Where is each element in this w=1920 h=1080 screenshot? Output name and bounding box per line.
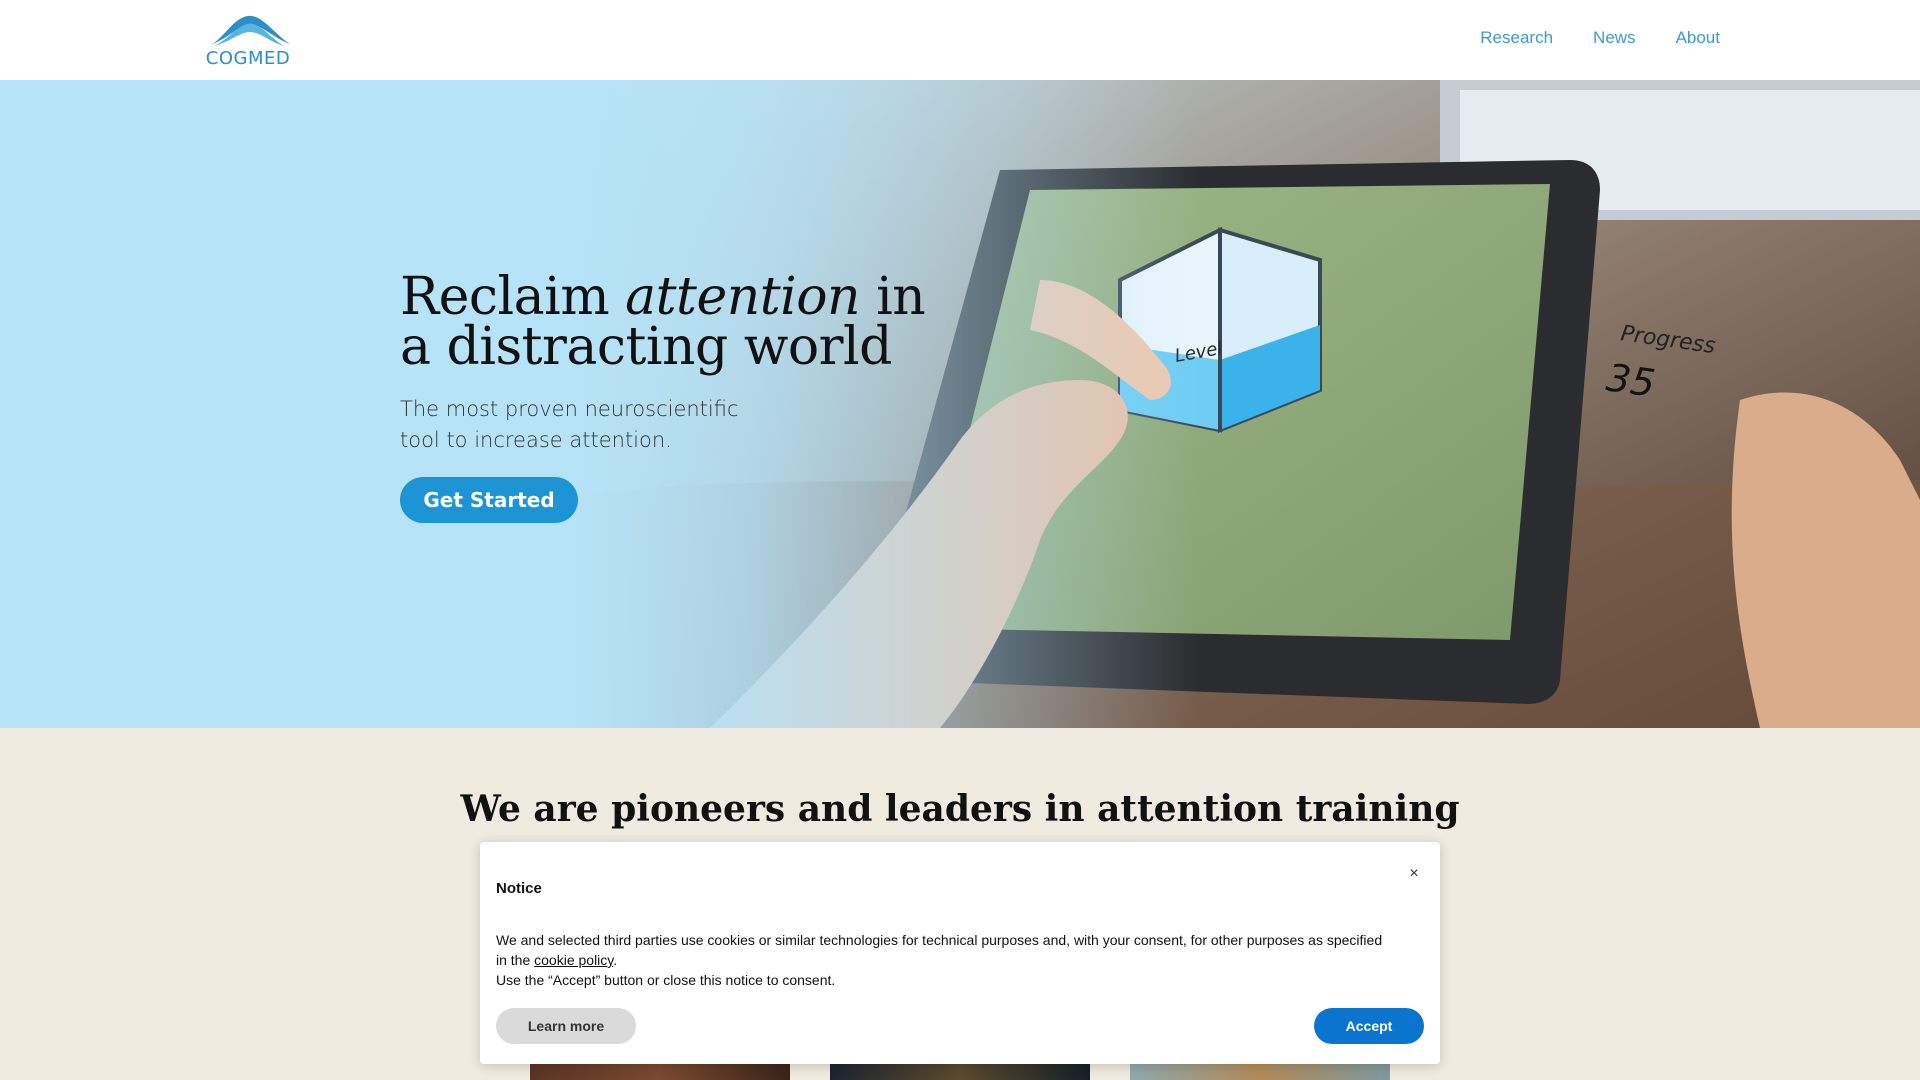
- cookie-body-text: We and selected third parties use cookie…: [496, 932, 1383, 968]
- cookie-body-period: .: [613, 952, 618, 968]
- learn-more-button[interactable]: Learn more: [496, 1008, 636, 1044]
- thumbnail-lights[interactable]: [830, 1064, 1090, 1080]
- hero-subtitle: The most proven neuroscientific tool to …: [400, 397, 739, 452]
- nav-research[interactable]: Research: [1480, 28, 1553, 48]
- get-started-button[interactable]: Get Started: [400, 477, 578, 523]
- cogmed-logo[interactable]: COGMED: [202, 12, 294, 70]
- cookie-policy-link[interactable]: cookie policy: [534, 952, 613, 968]
- hero-content: Reclaim attention in a distracting world…: [400, 271, 960, 523]
- nav-about[interactable]: About: [1676, 28, 1720, 48]
- photo-progress-value: 35: [1604, 355, 1658, 405]
- logo-text: COGMED: [205, 48, 291, 69]
- close-icon[interactable]: ×: [1404, 864, 1424, 884]
- cookie-body-consent-text: Use the “Accept” button or close this no…: [496, 972, 836, 988]
- thumbnail-landscape[interactable]: [1130, 1064, 1390, 1080]
- cookie-notice-title: Notice: [496, 880, 542, 897]
- main-nav: Research News About: [1480, 28, 1720, 48]
- nav-news[interactable]: News: [1593, 28, 1636, 48]
- hero-title: Reclaim attention in a distracting world: [400, 271, 960, 373]
- thumbnail-row: [0, 1064, 1920, 1080]
- cookie-notice: × Notice We and selected third parties u…: [480, 842, 1440, 1064]
- thumbnail-library[interactable]: [530, 1064, 790, 1080]
- hero-section: Progress 35 Level Reclaim attention in a…: [0, 80, 1920, 728]
- section-title: We are pioneers and leaders in attention…: [460, 788, 1460, 830]
- accept-button[interactable]: Accept: [1314, 1008, 1424, 1044]
- logo-wave-icon: [208, 15, 290, 46]
- site-header: COGMED Research News About: [0, 0, 1920, 80]
- cookie-notice-body: We and selected third parties use cookie…: [496, 930, 1396, 990]
